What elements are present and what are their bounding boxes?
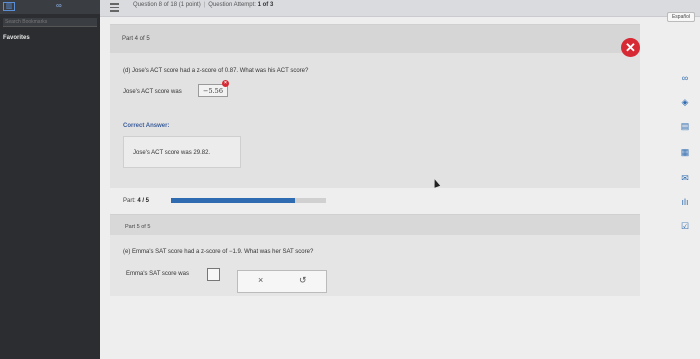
bookmark-search-input[interactable]: Search Bookmarks: [3, 18, 97, 27]
progress-value: 4 / 5: [137, 198, 150, 204]
undo-button[interactable]: ↺: [299, 275, 307, 286]
attempt-value: 1 of 3: [257, 2, 274, 8]
incorrect-icon: ×: [222, 80, 229, 87]
part4-header: Part 4 of 5 ✕: [110, 25, 640, 57]
reading-list-icon[interactable]: ∞: [56, 1, 62, 10]
progress-bar: [171, 198, 326, 203]
part4-label: Part 4 of 5: [122, 36, 150, 42]
part5-card: [110, 214, 640, 296]
progress-label: Part: 4 / 5: [123, 198, 149, 204]
help-icon[interactable]: ◈: [679, 96, 691, 108]
part5-answer-label: Emma's SAT score was: [126, 271, 189, 277]
correct-answer-text: Jose's ACT score was 29.82.: [133, 150, 211, 156]
part5-answer-input[interactable]: [207, 268, 220, 281]
sidebar-toolbar: ▥ ∞: [0, 0, 100, 14]
part4-question: (d) Jose's ACT score had a z-score of 0.…: [123, 68, 309, 74]
progress-prefix: Part:: [123, 198, 138, 204]
attempt-prefix: Question Attempt:: [208, 2, 258, 8]
answer-tools: [237, 270, 327, 293]
progress-fill: [171, 198, 295, 203]
checklist-icon[interactable]: ☑: [679, 220, 691, 232]
question-info: Question 8 of 18 (1 point) | Question Atte…: [133, 2, 274, 8]
language-button[interactable]: Español: [667, 12, 695, 22]
mail-icon[interactable]: ✉: [679, 172, 691, 184]
statistics-icon[interactable]: ılı: [679, 196, 691, 208]
close-icon[interactable]: ✕: [621, 38, 640, 57]
question-number: Question 8 of 18 (1 point): [133, 2, 201, 8]
part5-label: Part 5 of 5: [125, 224, 151, 230]
textbook-icon[interactable]: ▤: [679, 120, 691, 132]
clear-button[interactable]: ×: [258, 275, 263, 285]
favorites-folder[interactable]: Favorites: [3, 35, 30, 41]
part4-answer-label: Jose's ACT score was: [123, 89, 182, 95]
app-header: Question 8 of 18 (1 point) | Question Atte…: [100, 0, 700, 17]
calculator-icon[interactable]: ▦: [679, 146, 691, 158]
browser-sidebar: ▥ ∞ Search Bookmarks Favorites: [0, 0, 100, 359]
correct-answer-label: Correct Answer:: [123, 123, 170, 129]
connect-icon[interactable]: ∞: [679, 72, 691, 84]
menu-icon[interactable]: [110, 3, 119, 13]
part5-header: [110, 215, 640, 235]
part5-question: (e) Emma's SAT score had a z-score of −1…: [123, 249, 314, 255]
sidebar-toggle-icon[interactable]: ▥: [3, 2, 15, 11]
